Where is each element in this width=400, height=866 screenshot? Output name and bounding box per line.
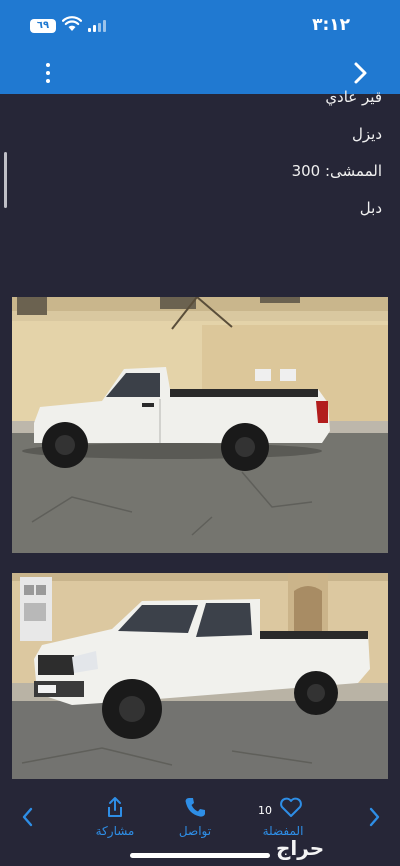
chevron-left-icon[interactable]: [18, 806, 38, 828]
brand-logo: حراج: [276, 836, 325, 860]
detail-transmission: قير عادي: [325, 88, 382, 106]
listing-details: قير عادي ديزل الممشى: 300 دبل: [82, 88, 382, 236]
chevron-right-icon[interactable]: [348, 60, 374, 86]
pickup-front-image: [12, 573, 388, 779]
phone-icon: [185, 798, 205, 817]
more-options-icon[interactable]: [38, 59, 58, 87]
status-bar: ٦٩ ٣:١٢: [0, 0, 400, 52]
battery-indicator: ٦٩: [30, 19, 56, 33]
share-icon: [108, 797, 122, 817]
contact-label: تواصل: [178, 824, 212, 838]
scroll-indicator: [4, 152, 7, 208]
contact-button[interactable]: تواصل: [172, 796, 218, 838]
status-time: ٣:١٢: [312, 15, 350, 35]
detail-cab: دبل: [359, 199, 382, 217]
home-indicator: [130, 853, 270, 858]
heart-icon: [280, 797, 302, 817]
listing-photo[interactable]: [12, 573, 388, 779]
detail-mileage: الممشى: 300: [291, 162, 382, 180]
pickup-side-image: [12, 297, 388, 553]
wifi-icon: [62, 16, 82, 31]
favorite-count: 10: [258, 804, 272, 817]
share-label: مشاركة: [95, 824, 135, 838]
share-button[interactable]: مشاركة: [92, 796, 138, 838]
favorite-button[interactable]: 10 المفضلة: [256, 796, 310, 838]
listing-photo[interactable]: [12, 297, 388, 553]
detail-fuel: ديزل: [351, 125, 382, 143]
chevron-right-icon[interactable]: [364, 806, 384, 828]
signal-icon: [88, 20, 106, 32]
